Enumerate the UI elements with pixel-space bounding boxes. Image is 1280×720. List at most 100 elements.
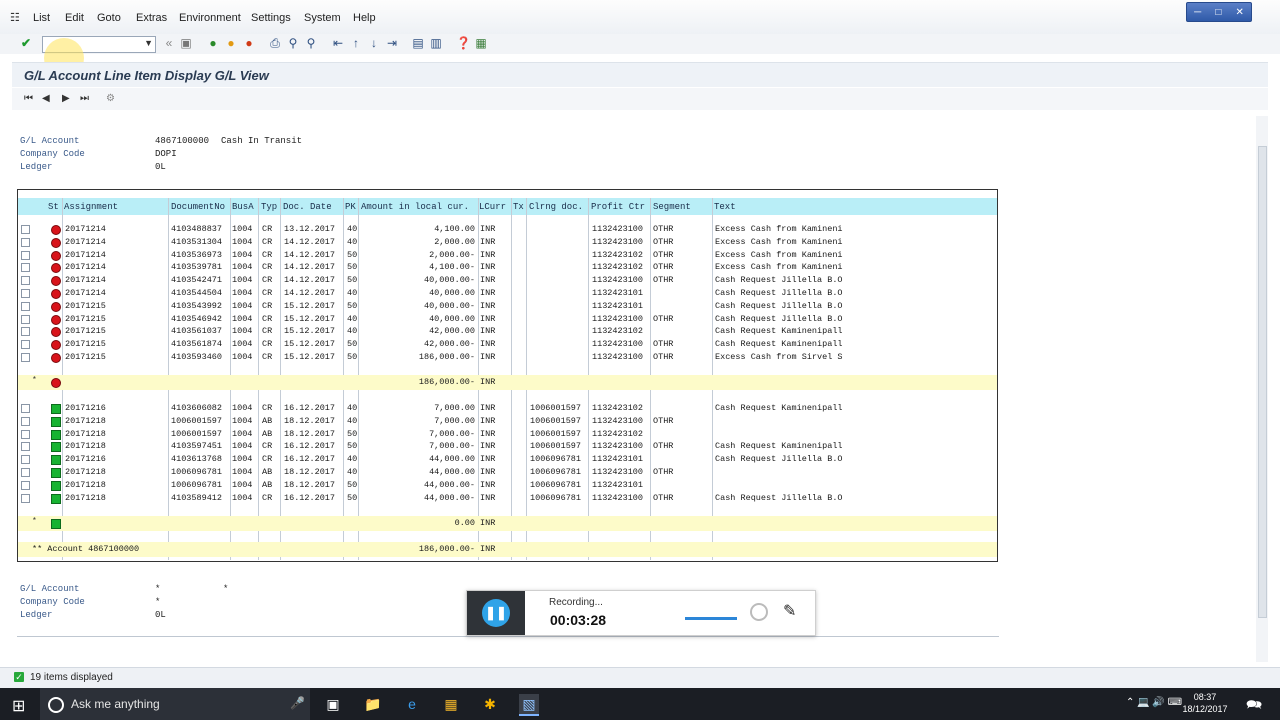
task-view-icon[interactable]: ▣	[323, 694, 343, 714]
table-row[interactable]: 20171216 4103613768 1004 CR 16.12.2017 40 44,0…	[18, 453, 997, 466]
table-row[interactable]: 20171215 4103593460 1004 CR 15.12.2017 50 186,…	[18, 351, 997, 364]
save-icon[interactable]: ▣	[179, 36, 193, 50]
row-select-checkbox[interactable]	[21, 289, 30, 298]
column-header-clrng-doc[interactable]: Clrng doc.	[529, 202, 583, 212]
vertical-scrollbar[interactable]	[1256, 116, 1268, 662]
row-select-checkbox[interactable]	[21, 353, 30, 362]
menu-list[interactable]: List	[33, 12, 50, 24]
taskbar-search[interactable]: Ask me anything 🎤	[40, 688, 310, 720]
row-select-checkbox[interactable]	[21, 480, 30, 490]
row-select-checkbox[interactable]	[21, 416, 30, 426]
sap-session-icon[interactable]: ▧	[519, 694, 539, 716]
table-row[interactable]: 20171214 4103539781 1004 CR 14.12.2017 50 4,10…	[18, 261, 997, 274]
minimize-icon[interactable]: ─	[1194, 7, 1201, 18]
subtotal-row[interactable]: * 186,000.00- INR	[18, 375, 997, 390]
row-select-checkbox[interactable]	[21, 340, 30, 350]
menu-extras[interactable]: Extras	[136, 12, 167, 24]
table-row[interactable]: 20171218 1006001597 1004 AB 18.12.2017 50 7,00…	[18, 428, 997, 441]
notification-icon[interactable]: 🗪	[1246, 696, 1262, 718]
account-total-row[interactable]: ** Account 4867100000 186,000.00- INR	[18, 542, 997, 557]
next-icon[interactable]: ▶	[62, 93, 70, 104]
table-row[interactable]: 20171215 4103546942 1004 CR 15.12.2017 40 40,0…	[18, 313, 997, 326]
column-header-segment[interactable]: Segment	[653, 202, 691, 212]
table-row[interactable]: 20171216 4103606082 1004 CR 16.12.2017 40 7,00…	[18, 402, 997, 415]
row-select-checkbox[interactable]	[21, 263, 30, 273]
first-page-icon[interactable]: ⇤	[331, 36, 345, 50]
column-header-doc-date[interactable]: Doc. Date	[283, 202, 332, 212]
pause-button[interactable]: ❚❚	[482, 599, 510, 627]
row-select-checkbox[interactable]	[21, 429, 30, 439]
table-row[interactable]: 20171218 4103597451 1004 CR 16.12.2017 50 7,00…	[18, 440, 997, 453]
settings-icon[interactable]: ⚙	[106, 93, 115, 104]
first-icon[interactable]: ⏮	[24, 93, 33, 104]
last-icon[interactable]: ⏭	[80, 93, 89, 104]
shortcut-icon[interactable]: ▥	[429, 36, 443, 50]
scrollbar-thumb[interactable]	[1258, 146, 1267, 618]
row-select-checkbox[interactable]	[21, 493, 30, 503]
column-header-tx[interactable]: Tx	[513, 202, 524, 212]
column-header-profit-ctr[interactable]: Profit Ctr	[591, 202, 645, 212]
row-select-checkbox[interactable]	[21, 314, 30, 324]
menu-help[interactable]: Help	[353, 12, 376, 24]
print-icon[interactable]: ⎙	[268, 36, 282, 50]
pen-icon[interactable]: ✎	[783, 601, 796, 621]
system-menu-icon[interactable]: ☷	[10, 11, 22, 24]
column-header-st[interactable]: St	[48, 202, 59, 212]
column-header-busa[interactable]: BusA	[232, 202, 254, 212]
column-header-documentno[interactable]: DocumentNo	[171, 202, 225, 212]
file-explorer-icon[interactable]: 📁	[363, 694, 383, 714]
last-page-icon[interactable]: ⇥	[385, 36, 399, 50]
table-row[interactable]: 20171218 1006096781 1004 AB 18.12.2017 40 44,0…	[18, 466, 997, 479]
menu-edit[interactable]: Edit	[65, 12, 84, 24]
row-select-checkbox[interactable]	[21, 276, 30, 286]
row-select-checkbox[interactable]	[21, 442, 30, 452]
row-select-checkbox[interactable]	[21, 225, 30, 234]
windows-start-icon[interactable]: ⊞	[12, 696, 25, 716]
column-header-typ[interactable]: Typ	[261, 202, 277, 212]
table-row[interactable]: 20171214 4103488837 1004 CR 13.12.2017 40 4,10…	[18, 223, 997, 236]
menu-environment[interactable]: Environment	[179, 12, 241, 24]
subtotal-row[interactable]: * 0.00 INR	[18, 516, 997, 531]
cancel-icon[interactable]: ●	[242, 36, 256, 50]
microphone-icon[interactable]: 🎤	[290, 696, 305, 710]
row-select-checkbox[interactable]	[21, 301, 30, 311]
clock[interactable]: 08:37 18/12/2017	[1180, 691, 1230, 715]
exit-icon[interactable]: ●	[224, 36, 238, 50]
column-header-assignment[interactable]: Assignment	[64, 202, 118, 212]
previous-page-icon[interactable]: ↑	[349, 36, 363, 50]
back-icon[interactable]: ●	[206, 36, 220, 50]
menu-system[interactable]: System	[304, 12, 341, 24]
help-icon[interactable]: ❓	[456, 36, 471, 50]
column-header-amount[interactable]: Amount in local cur.	[361, 202, 469, 212]
table-row[interactable]: 20171214 4103542471 1004 CR 14.12.2017 50 40,0…	[18, 274, 997, 287]
new-session-icon[interactable]: ▤	[411, 36, 425, 50]
table-row[interactable]: 20171214 4103544504 1004 CR 14.12.2017 40 40,0…	[18, 287, 997, 300]
webcam-icon[interactable]	[750, 603, 768, 621]
maximize-icon[interactable]: □	[1215, 7, 1221, 18]
menu-goto[interactable]: Goto	[97, 12, 121, 24]
close-icon[interactable]: ✕	[1236, 7, 1244, 18]
table-row[interactable]: 20171218 1006001597 1004 AB 18.12.2017 40 7,00…	[18, 415, 997, 428]
sap-gui-icon[interactable]: ✱	[480, 694, 500, 714]
row-select-checkbox[interactable]	[21, 455, 30, 465]
find-icon[interactable]: ⚲	[286, 36, 300, 50]
system-tray-icons[interactable]: ⌃ 💻 🔊 ⌨	[1126, 697, 1182, 708]
chevron-down-icon[interactable]: ▼	[144, 38, 153, 48]
back-double-icon[interactable]: «	[162, 36, 176, 50]
next-page-icon[interactable]: ↓	[367, 36, 381, 50]
table-row[interactable]: 20171215 4103561874 1004 CR 15.12.2017 50 42,0…	[18, 338, 997, 351]
table-row[interactable]: 20171218 1006096781 1004 AB 18.12.2017 50 44,0…	[18, 479, 997, 492]
table-row[interactable]: 20171215 4103561037 1004 CR 15.12.2017 40 42,0…	[18, 325, 997, 338]
row-select-checkbox[interactable]	[21, 468, 30, 477]
row-select-checkbox[interactable]	[21, 250, 30, 260]
row-select-checkbox[interactable]	[21, 327, 30, 337]
row-select-checkbox[interactable]	[21, 237, 30, 247]
edge-browser-icon[interactable]: e	[402, 694, 422, 714]
row-select-checkbox[interactable]	[21, 404, 30, 413]
layout-menu-icon[interactable]: ▦	[474, 36, 488, 50]
menu-settings[interactable]: Settings	[251, 12, 291, 24]
table-row[interactable]: 20171215 4103543992 1004 CR 15.12.2017 50 40,0…	[18, 300, 997, 313]
column-header-text[interactable]: Text	[714, 202, 736, 212]
enter-icon[interactable]: ✔	[19, 36, 33, 50]
column-header-lcurr[interactable]: LCurr	[479, 202, 506, 212]
